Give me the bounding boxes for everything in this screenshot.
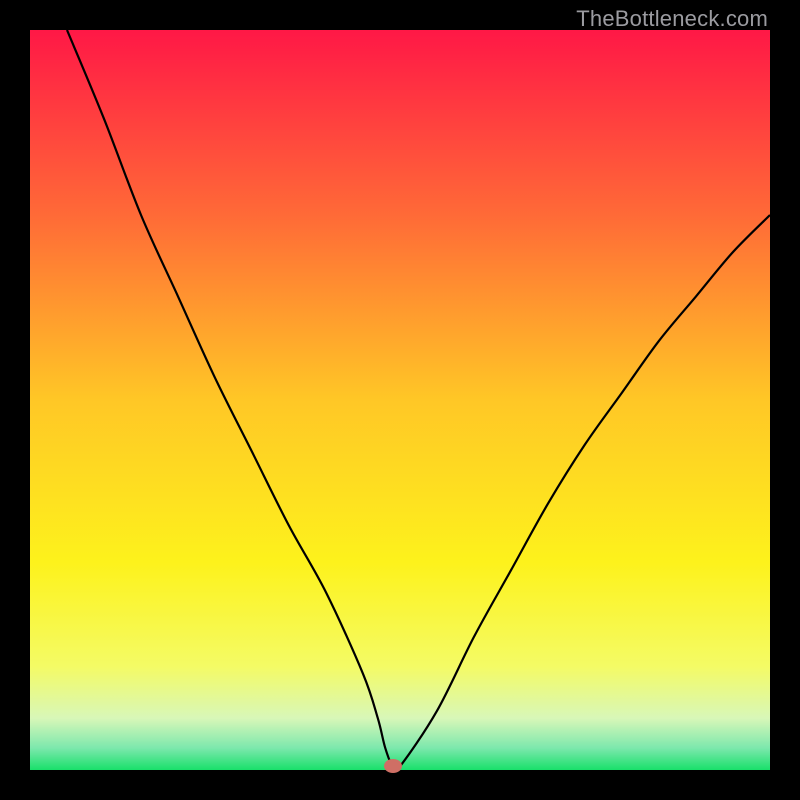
watermark-text: TheBottleneck.com: [576, 6, 768, 32]
bottleneck-chart: [30, 30, 770, 770]
gradient-background: [30, 30, 770, 770]
optimal-point-marker: [384, 759, 402, 773]
chart-frame: [30, 30, 770, 770]
